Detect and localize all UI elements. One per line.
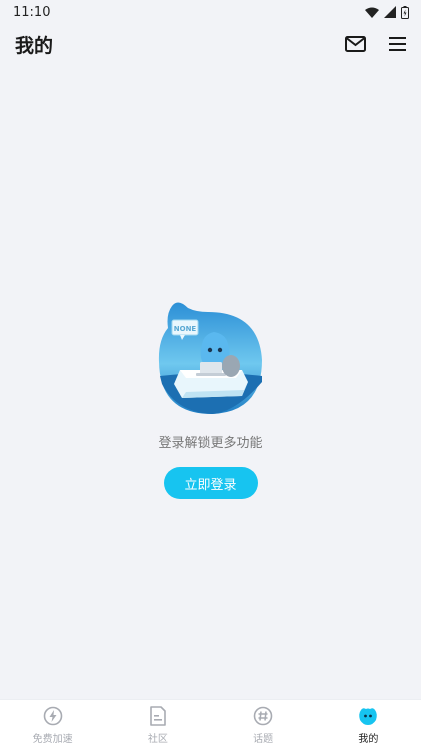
login-button[interactable]: 立即登录 — [163, 467, 258, 499]
app-header: 我的 — [0, 24, 421, 64]
page-title: 我的 — [15, 34, 54, 57]
mail-button[interactable] — [343, 32, 367, 56]
mascot-face-icon — [357, 705, 379, 727]
nav-label-free-boost: 免费加速 — [32, 734, 73, 745]
login-prompt: NONE 登录解锁更多功能 立即登录 — [0, 300, 421, 499]
nav-item-free-boost[interactable]: 免费加速 — [0, 700, 105, 750]
nav-label-mine: 我的 — [358, 734, 379, 745]
bottom-nav: 免费加速 社区 话题 我的 — [0, 699, 421, 750]
nav-item-community[interactable]: 社区 — [105, 700, 210, 750]
lightning-icon — [42, 705, 64, 727]
status-icons — [365, 5, 409, 19]
battery-icon — [401, 5, 409, 19]
header-actions — [343, 32, 409, 56]
mascot-on-iceberg-illustration: NONE — [158, 302, 262, 414]
nav-item-topics[interactable]: 话题 — [211, 700, 316, 750]
status-time: 11:10 — [13, 4, 51, 20]
menu-icon — [388, 37, 406, 51]
login-hint-text: 登录解锁更多功能 — [158, 436, 263, 451]
signal-icon — [384, 6, 396, 18]
status-bar: 11:10 — [0, 0, 421, 24]
mail-icon — [344, 36, 366, 52]
nav-label-topics: 话题 — [253, 734, 274, 745]
wifi-icon — [365, 7, 379, 18]
sign-text: NONE — [173, 325, 196, 333]
document-icon — [147, 705, 169, 727]
menu-button[interactable] — [385, 32, 409, 56]
nav-label-community: 社区 — [147, 734, 168, 745]
hashtag-icon — [252, 705, 274, 727]
nav-item-mine[interactable]: 我的 — [316, 700, 421, 750]
